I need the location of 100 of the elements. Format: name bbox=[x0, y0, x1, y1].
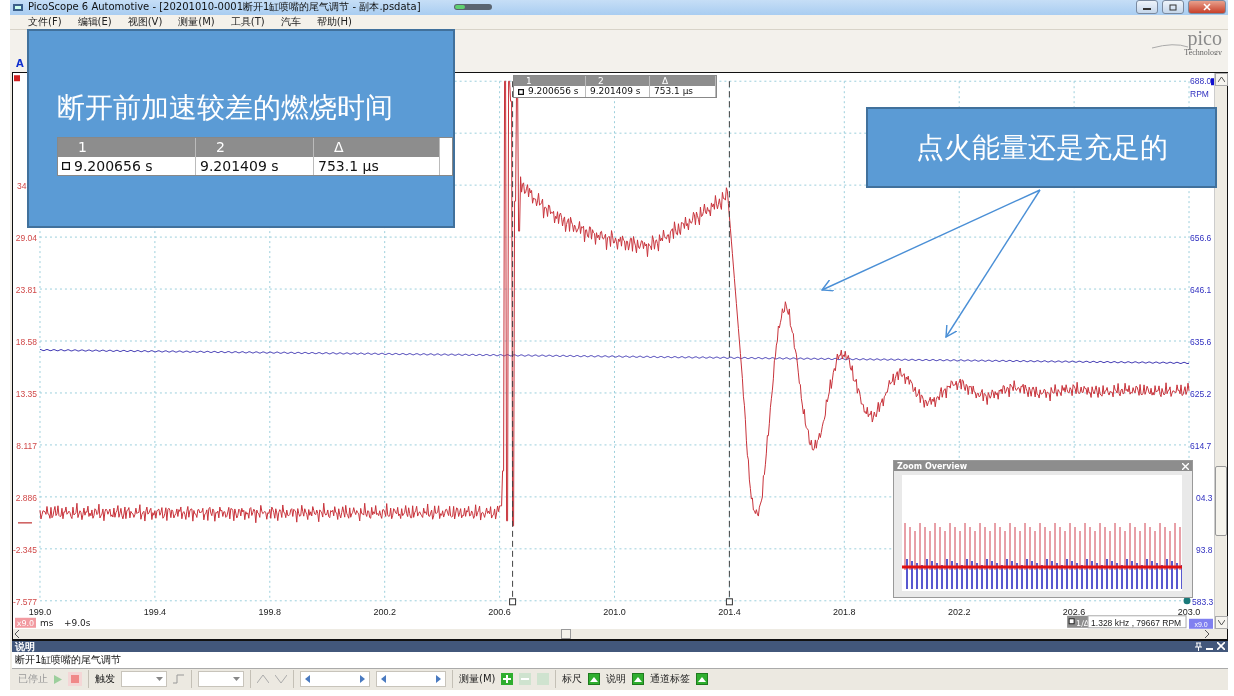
table-cell: 753.1 µs bbox=[650, 86, 716, 97]
app-icon bbox=[12, 1, 24, 13]
table-cell: 753.1 µs bbox=[314, 157, 440, 175]
close-icon[interactable] bbox=[1182, 462, 1189, 470]
column-header: 2 bbox=[196, 138, 314, 157]
readout-value: 1.328 kHz , 79667 RPM bbox=[1087, 615, 1187, 629]
axis-label: -7.577 bbox=[13, 596, 37, 607]
vertical-scrollbar[interactable] bbox=[1214, 72, 1227, 629]
toggle-button[interactable] bbox=[632, 673, 645, 686]
restore-icon bbox=[1169, 3, 1177, 12]
zero-marker bbox=[17, 522, 33, 524]
axis-label: 201.4 bbox=[718, 606, 741, 617]
callout-text: 断开前加速较差的燃烧时间 bbox=[57, 90, 394, 126]
toggle-label: 说明 bbox=[606, 672, 627, 687]
scroll-thumb[interactable] bbox=[561, 628, 571, 639]
pin-icon[interactable] bbox=[1195, 641, 1202, 651]
menu-item[interactable]: 编辑(E) bbox=[69, 14, 120, 29]
toggle-button[interactable] bbox=[588, 673, 601, 686]
callout-text: 点火能量还是充足的 bbox=[915, 129, 1168, 166]
stepper-field[interactable] bbox=[300, 671, 370, 688]
right-arrow-icon[interactable] bbox=[360, 675, 365, 684]
channel-marker-icon bbox=[14, 75, 20, 82]
channel-marker-icon bbox=[1211, 78, 1214, 86]
checkbox-icon[interactable] bbox=[62, 162, 70, 170]
scroll-left-icon[interactable] bbox=[13, 629, 21, 638]
axis-label: 202.6 bbox=[1062, 606, 1086, 617]
axis-label: 200.6 bbox=[488, 606, 511, 617]
axis-label: 29.04 bbox=[15, 232, 37, 243]
time-offset: +9.0s bbox=[63, 617, 91, 628]
axis-label: 199.4 bbox=[143, 606, 167, 617]
toggle-label: 通道标签 bbox=[650, 672, 691, 687]
axis-label: 202.2 bbox=[947, 606, 971, 617]
caret-icon bbox=[1217, 619, 1225, 625]
axis-label: 635.6 bbox=[1190, 336, 1212, 347]
menu-item[interactable]: 视图(V) bbox=[119, 14, 171, 29]
axis-label: 18.58 bbox=[15, 336, 37, 347]
axis-unit: RPM bbox=[1190, 89, 1209, 100]
progress-indicator bbox=[454, 4, 492, 11]
status-text: 已停止 bbox=[18, 672, 48, 687]
close-icon bbox=[1203, 3, 1211, 12]
axis-label: 614.7 bbox=[1190, 440, 1212, 451]
minimize-button[interactable] bbox=[1136, 0, 1158, 15]
menu-item[interactable]: 文件(F) bbox=[20, 14, 70, 29]
close-icon[interactable] bbox=[1217, 642, 1225, 651]
caret-icon bbox=[1217, 76, 1225, 82]
axis-label: 688.0 bbox=[1190, 76, 1212, 87]
scroll-right-icon[interactable] bbox=[1203, 629, 1211, 638]
menu-item[interactable]: 工具(T) bbox=[222, 14, 273, 29]
axis-label: 203.0 bbox=[1177, 606, 1201, 617]
view-tab[interactable]: A bbox=[13, 58, 27, 70]
axis-label: 583.3 bbox=[1192, 596, 1214, 607]
stepper-field[interactable] bbox=[376, 671, 446, 688]
axis-label: 199.8 bbox=[258, 606, 282, 617]
scale-badge: x9.0 bbox=[15, 617, 36, 628]
menu-item[interactable]: 汽车 bbox=[272, 14, 309, 29]
dropdown-field[interactable] bbox=[198, 671, 244, 688]
mountain-icon bbox=[590, 676, 599, 683]
axis-label: 34 bbox=[17, 181, 27, 191]
close-button[interactable] bbox=[1188, 0, 1226, 15]
right-arrow-icon[interactable] bbox=[436, 675, 441, 684]
caret-icon bbox=[156, 677, 163, 682]
axis-label: 04.3 bbox=[1196, 492, 1213, 503]
scroll-thumb[interactable] bbox=[1215, 465, 1227, 536]
left-arrow-icon[interactable] bbox=[381, 675, 386, 684]
scroll-down-button[interactable] bbox=[1214, 615, 1228, 629]
caret-icon bbox=[233, 677, 240, 682]
checkbox-icon[interactable] bbox=[518, 88, 524, 95]
axis-unit: ms bbox=[40, 617, 54, 628]
axis-label: 23.81 bbox=[15, 284, 37, 295]
table-cell: 9.200656 s bbox=[58, 157, 196, 175]
axis-label: 2.886 bbox=[15, 492, 37, 503]
mountain-icon bbox=[698, 676, 707, 683]
table-cell: 9.201409 s bbox=[196, 157, 314, 175]
left-arrow-icon[interactable] bbox=[305, 675, 310, 684]
scroll-up-button[interactable] bbox=[1214, 72, 1228, 86]
mountain-icon bbox=[634, 676, 643, 683]
axis-label: 199.0 bbox=[28, 606, 52, 617]
panel-title: 说明 bbox=[15, 640, 35, 652]
notes-text: 断开1缸喷嘴的尾气调节 bbox=[15, 652, 122, 667]
cursor-line[interactable] bbox=[509, 80, 517, 606]
add-icon[interactable] bbox=[501, 673, 514, 686]
axis-label: 201.0 bbox=[603, 606, 626, 617]
column-header: 2 bbox=[586, 76, 650, 86]
toggle-button[interactable] bbox=[696, 673, 709, 686]
cursor-line[interactable] bbox=[725, 80, 733, 606]
axis-label: 625.2 bbox=[1190, 388, 1212, 399]
axis-label: 200.2 bbox=[373, 606, 396, 617]
panel-title: Zoom Overview bbox=[897, 461, 968, 471]
toggle-label: 标尺 bbox=[562, 672, 583, 687]
menu-item[interactable]: 测量(M) bbox=[170, 14, 223, 29]
axis-label: 8.117 bbox=[16, 440, 37, 451]
axis-label: 13.35 bbox=[15, 388, 37, 399]
column-header: Δ bbox=[650, 76, 716, 86]
window-title: PicoScope 6 Automotive - [20201010-0001断开1缸喷嘴的尾气调节 - 副本.psdata] bbox=[28, 0, 421, 15]
menu-item[interactable]: 帮助(H) bbox=[308, 14, 361, 29]
axis-label: -2.345 bbox=[13, 544, 37, 555]
trigger-label: 触发 bbox=[95, 672, 115, 687]
logo: pico Technology bbox=[1144, 29, 1224, 56]
column-header: 1 bbox=[514, 76, 586, 86]
measure-label: 测量(M) bbox=[459, 672, 496, 687]
